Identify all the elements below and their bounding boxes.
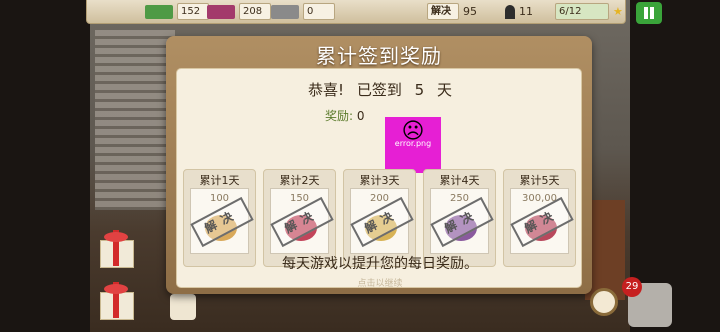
notification-badge: 29 [622, 277, 642, 297]
person-icon [505, 4, 515, 19]
papers-counter: 0 [271, 3, 335, 20]
signed-days-count: 5 [414, 81, 425, 99]
dialog-title: 累计签到奖励 [316, 44, 442, 68]
congrats-line: 恭喜! 已签到 5 天 [308, 81, 452, 99]
star-icon: ★ [613, 5, 623, 18]
gift-box-icon[interactable] [96, 230, 136, 268]
people-counter: 11 [505, 3, 533, 20]
phone-icon[interactable]: 29 [622, 277, 672, 327]
money-counter: 152 [145, 3, 209, 20]
papers-icon [271, 4, 299, 19]
money-icon [145, 4, 173, 19]
candy-icon [207, 4, 235, 19]
dialog-body: 恭喜! 已签到 5 天 奖励: 0 ☹ error.png 累计1天 100 解… [176, 68, 583, 289]
dialog-footer-text: 每天游戏以提升您的每日奖励。 [282, 256, 478, 272]
pause-button[interactable] [636, 2, 662, 24]
sign-in-reward-dialog: 累计签到奖励 恭喜! 已签到 5 天 奖励: 0 ☹ error.png 累计1… [166, 36, 592, 294]
tap-to-continue-hint[interactable]: 点击以继续 [177, 276, 583, 289]
clock-icon[interactable] [590, 288, 618, 316]
tool-icon[interactable] [170, 294, 196, 320]
window-blinds [95, 30, 175, 210]
fix-stamp-label: 解决 [427, 3, 459, 20]
missing-image-icon: ☹ error.png [385, 117, 441, 173]
left-shadow [0, 0, 90, 332]
gift-box-icon[interactable] [96, 282, 136, 320]
level-progress: 6/12 ★ [555, 3, 623, 20]
reward-value: 0 [356, 109, 365, 123]
candy-counter: 208 [207, 3, 271, 20]
reward-line: 奖励: 0 [325, 109, 365, 123]
fix-counter: 解决 95 [427, 3, 477, 20]
resource-bar: 152 208 0 解决 95 11 6/12 ★ [86, 0, 626, 24]
